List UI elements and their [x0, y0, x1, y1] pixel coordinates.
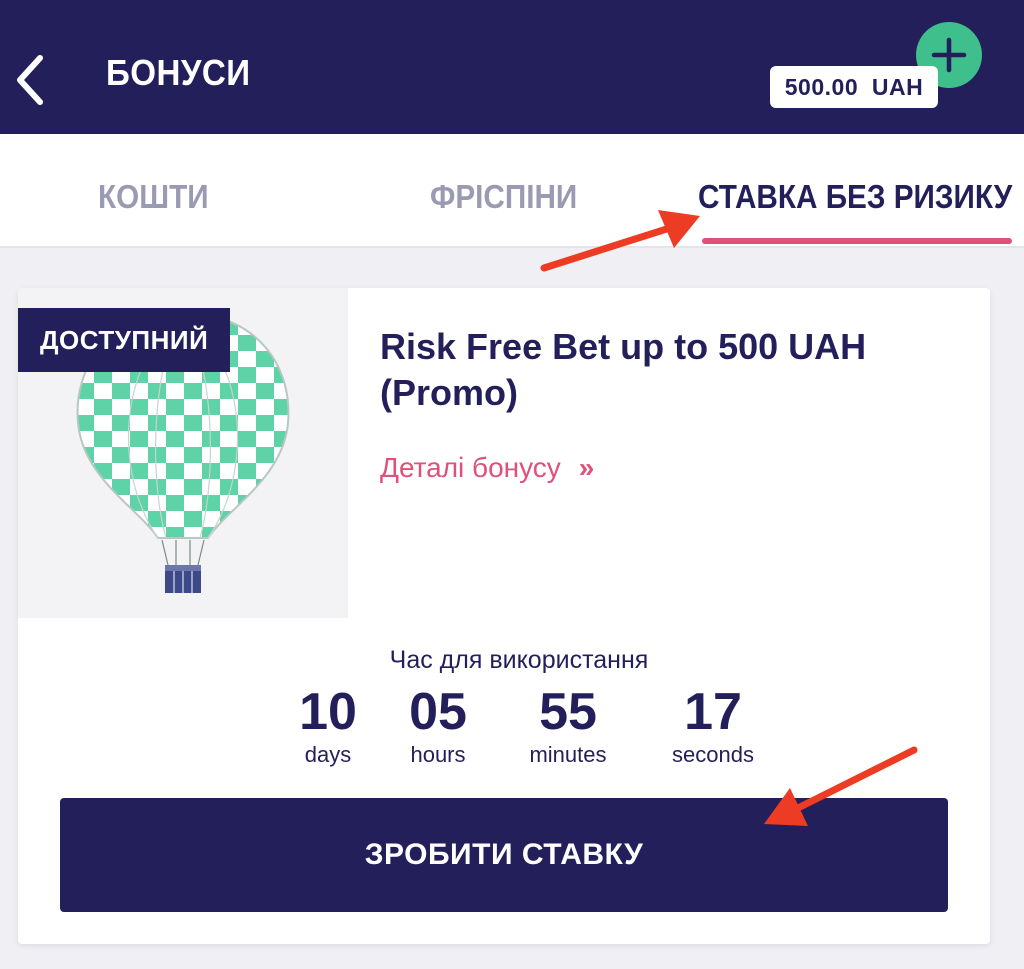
- content-area: ДОСТУПНИЙ Risk Free Bet up to 500 UAH (P…: [0, 248, 1024, 969]
- place-bet-button[interactable]: ЗРОБИТИ СТАВКУ: [60, 798, 948, 912]
- bonus-title: Risk Free Bet up to 500 UAH (Promo): [380, 326, 867, 413]
- back-button[interactable]: [8, 48, 52, 112]
- timer-minutes: 55 minutes: [513, 684, 623, 770]
- timer-label: Час для використання: [389, 646, 649, 674]
- countdown-timer: 10 days 05 hours 55 minutes 17 seconds: [273, 684, 754, 774]
- bonus-details-link[interactable]: Деталі бонусу »: [380, 452, 594, 484]
- page-title: БОНУСИ: [106, 52, 251, 93]
- timer-seconds: 17 seconds: [658, 684, 768, 770]
- timer-unit-label: minutes: [529, 742, 607, 767]
- timer-unit-label: seconds: [672, 742, 754, 767]
- tab-bar: КОШТИ ФРІСПІНИ СТАВКА БЕЗ РИЗИКУ: [0, 134, 1024, 248]
- tab-funds[interactable]: КОШТИ: [98, 178, 209, 216]
- double-chevron-right-icon: »: [578, 452, 595, 483]
- timer-value: 17: [684, 683, 742, 741]
- timer-days: 10 days: [273, 684, 383, 770]
- balance-badge[interactable]: 500.00 UAH: [770, 66, 938, 108]
- timer-value: 05: [409, 683, 467, 741]
- details-link-label: Деталі бонусу: [380, 452, 561, 483]
- timer-hours: 05 hours: [383, 684, 493, 770]
- app-header: БОНУСИ 500.00 UAH: [0, 0, 1024, 134]
- timer-unit-label: days: [304, 742, 352, 767]
- timer-unit-label: hours: [410, 742, 466, 767]
- tab-freespins[interactable]: ФРІСПІНИ: [430, 178, 577, 216]
- timer-value: 10: [299, 683, 357, 741]
- bonus-card: ДОСТУПНИЙ Risk Free Bet up to 500 UAH (P…: [18, 288, 990, 944]
- status-badge: ДОСТУПНИЙ: [18, 308, 231, 372]
- active-tab-indicator: [702, 238, 1012, 244]
- chevron-left-icon: [17, 55, 43, 105]
- timer-value: 55: [539, 683, 597, 741]
- tab-risk-free-bet[interactable]: СТАВКА БЕЗ РИЗИКУ: [698, 178, 1012, 216]
